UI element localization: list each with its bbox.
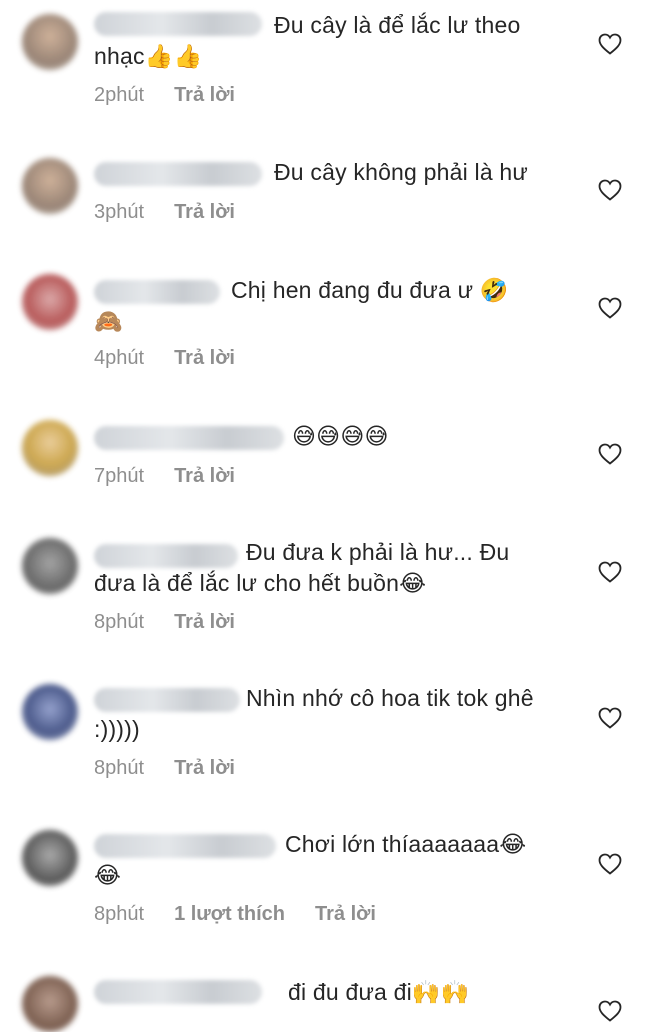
comment-text-line2: nhạc👍👍 — [94, 43, 203, 69]
heart-outline-icon[interactable] — [598, 853, 622, 875]
username-blurred[interactable] — [94, 544, 238, 568]
comment-text-line2: 🙈 — [94, 308, 123, 334]
avatar[interactable] — [22, 538, 78, 594]
comment-meta: 8phút Trả lời — [94, 611, 235, 634]
comment-time: 7phút — [94, 465, 145, 487]
reply-button[interactable]: Trả lời — [174, 84, 235, 107]
comment-text-continued: 🙈 — [94, 306, 123, 337]
username-blurred[interactable] — [94, 834, 276, 858]
comment-time: 8phút — [94, 903, 145, 925]
username-blurred[interactable] — [94, 280, 220, 304]
username-blurred[interactable] — [94, 688, 240, 712]
comment-time: 8phút — [94, 611, 145, 633]
comment-text: Đu cây không phải là hư — [274, 157, 528, 188]
comment-text: 😅😅😅😅 — [292, 421, 389, 452]
reply-button[interactable]: Trả lời — [174, 611, 235, 634]
comment-text: Đu cây là để lắc lư theo — [274, 10, 521, 41]
heart-outline-icon[interactable] — [598, 443, 622, 465]
reply-button[interactable]: Trả lời — [174, 201, 235, 224]
comment-text-line1: Đu cây là để lắc lư theo — [274, 12, 521, 38]
comment-text: Chị hen đang đu đưa ư 🤣 — [231, 275, 509, 306]
comment-time: 4phút — [94, 347, 145, 369]
avatar[interactable] — [22, 14, 78, 70]
comment-meta: 2phút Trả lời — [94, 84, 235, 107]
reply-button[interactable]: Trả lời — [174, 757, 235, 780]
comment-text-line2: 😂 — [94, 862, 122, 888]
comment-text: Đu đưa k phải là hư... Đu — [246, 537, 509, 568]
comment-meta: 7phút Trả lời — [94, 465, 235, 488]
reply-button[interactable]: Trả lời — [315, 903, 376, 926]
comment-text-line2: đưa là để lắc lư cho hết buồn😂 — [94, 570, 427, 596]
comment-text-continued: đưa là để lắc lư cho hết buồn😂 — [94, 568, 426, 599]
avatar[interactable] — [22, 274, 78, 330]
reply-button[interactable]: Trả lời — [174, 347, 235, 370]
comment-text: đi đu đưa đi🙌🙌 — [288, 977, 470, 1008]
comment-meta: 8phút Trả lời — [94, 757, 235, 780]
comment-text-line1: Đu đưa k phải là hư... Đu — [246, 539, 510, 565]
comment-time: 2phút — [94, 84, 145, 106]
comment-time: 3phút — [94, 201, 145, 223]
comment-text-line2: :))))) — [94, 716, 140, 742]
comment-time: 8phút — [94, 757, 145, 779]
comment-text-line1: Nhìn nhớ cô hoa tik tok ghê — [246, 685, 534, 711]
username-blurred[interactable] — [94, 162, 262, 186]
comment-text: Nhìn nhớ cô hoa tik tok ghê — [246, 683, 534, 714]
heart-outline-icon[interactable] — [598, 179, 622, 201]
avatar[interactable] — [22, 976, 78, 1032]
comment-text-line1: 😅😅😅😅 — [292, 423, 389, 449]
comment-text-continued: :))))) — [94, 714, 140, 745]
heart-outline-icon[interactable] — [598, 297, 622, 319]
username-blurred[interactable] — [94, 12, 262, 36]
heart-outline-icon[interactable] — [598, 561, 622, 583]
comment-text-line1: Chị hen đang đu đưa ư 🤣 — [231, 277, 509, 303]
avatar[interactable] — [22, 830, 78, 886]
avatar[interactable] — [22, 158, 78, 214]
comment-text-continued: 😂 — [94, 860, 121, 891]
reply-button[interactable]: Trả lời — [174, 465, 235, 488]
avatar[interactable] — [22, 420, 78, 476]
comment-meta: 8phút 1 lượt thích Trả lời — [94, 903, 376, 926]
comment-text-line1: đi đu đưa đi🙌🙌 — [288, 979, 470, 1005]
comment-text-continued: nhạc👍👍 — [94, 41, 202, 72]
username-blurred[interactable] — [94, 980, 262, 1004]
comment-text-line1: Đu cây không phải là hư — [274, 159, 528, 185]
username-blurred[interactable] — [94, 426, 284, 450]
comment-meta: 3phút Trả lời — [94, 201, 235, 224]
heart-outline-icon[interactable] — [598, 33, 622, 55]
like-count[interactable]: 1 lượt thích — [174, 903, 285, 926]
comment-text-line1: Chơi lớn thíaaaaaaa😂 — [285, 831, 527, 857]
heart-outline-icon[interactable] — [598, 1000, 622, 1022]
heart-outline-icon[interactable] — [598, 707, 622, 729]
comment-meta: 4phút Trả lời — [94, 347, 235, 370]
avatar[interactable] — [22, 684, 78, 740]
comment-text: Chơi lớn thíaaaaaaa😂 — [285, 829, 526, 860]
